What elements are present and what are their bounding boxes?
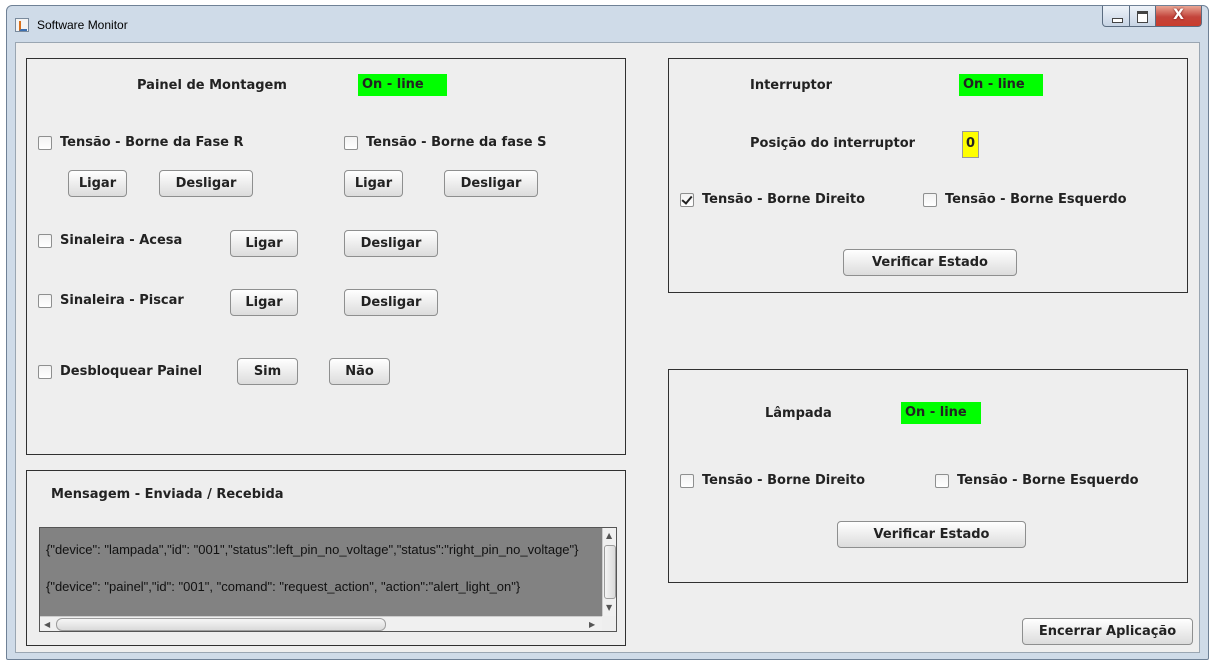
encerrar-aplicacao-button[interactable]: Encerrar Aplicação	[1022, 618, 1193, 645]
vertical-scrollbar[interactable]: ▲ ▼	[602, 528, 616, 616]
fase-r-label: Tensão - Borne da Fase R	[60, 135, 244, 150]
fase-s-checkbox[interactable]: Tensão - Borne da fase S	[344, 135, 546, 150]
interruptor-borne-esquerdo-checkbox-box[interactable]	[923, 192, 937, 207]
scroll-left-arrow-icon[interactable]: ◀	[44, 620, 50, 630]
interruptor-borne-direito-checkbox[interactable]: Tensão - Borne Direito	[680, 192, 865, 207]
lampada-borne-direito-checkbox[interactable]: Tensão - Borne Direito	[680, 473, 865, 488]
message-log[interactable]: {"device": "lampada","id": "001","status…	[39, 527, 617, 632]
minimize-button[interactable]	[1102, 6, 1130, 27]
scroll-corner	[602, 616, 616, 631]
posicao-label: Posição do interruptor	[750, 136, 916, 151]
painel-status-badge: On - line	[358, 74, 447, 96]
fase-r-ligar-button[interactable]: Ligar	[68, 170, 127, 197]
vertical-scroll-thumb[interactable]	[604, 545, 616, 599]
lampada-status-badge: On - line	[901, 402, 981, 424]
fase-r-checkbox[interactable]: Tensão - Borne da Fase R	[38, 135, 244, 150]
java-app-icon	[15, 18, 29, 32]
mensagem-title: Mensagem - Enviada / Recebida	[51, 487, 284, 502]
message-line: {"device": "painel","id": "001", "comand…	[46, 579, 521, 594]
interruptor-borne-esquerdo-checkbox[interactable]: Tensão - Borne Esquerdo	[923, 192, 1127, 207]
interruptor-status-badge: On - line	[959, 74, 1043, 96]
lampada-borne-esquerdo-label: Tensão - Borne Esquerdo	[957, 473, 1139, 488]
interruptor-title: Interruptor	[750, 78, 833, 93]
title-bar[interactable]: Software Monitor X	[7, 6, 1208, 42]
lampada-borne-direito-label: Tensão - Borne Direito	[702, 473, 866, 488]
maximize-button[interactable]	[1130, 6, 1156, 27]
lampada-borne-direito-checkbox-box[interactable]	[680, 473, 694, 488]
scroll-down-arrow-icon[interactable]: ▼	[606, 603, 612, 613]
painel-montagem-panel: Painel de Montagem On - line Tensão - Bo…	[26, 58, 626, 455]
sinaleira-acesa-desligar-button[interactable]: Desligar	[344, 230, 438, 257]
close-button[interactable]: X	[1156, 6, 1202, 27]
posicao-value: 0	[962, 131, 979, 158]
sinaleira-piscar-desligar-button[interactable]: Desligar	[344, 289, 438, 316]
sinaleira-piscar-checkbox-box[interactable]	[38, 293, 52, 308]
close-icon: X	[1173, 7, 1184, 23]
desbloquear-checkbox-box[interactable]	[38, 364, 52, 379]
fase-r-checkbox-box[interactable]	[38, 135, 52, 150]
interruptor-borne-direito-label: Tensão - Borne Direito	[702, 192, 866, 207]
sinaleira-piscar-checkbox[interactable]: Sinaleira - Piscar	[38, 293, 184, 308]
fase-s-label: Tensão - Borne da fase S	[366, 135, 547, 150]
desbloquear-nao-button[interactable]: Não	[329, 358, 390, 385]
desbloquear-label: Desbloquear Painel	[60, 364, 203, 379]
sinaleira-acesa-label: Sinaleira - Acesa	[60, 233, 183, 248]
mensagem-panel: Mensagem - Enviada / Recebida {"device":…	[26, 470, 626, 646]
interruptor-borne-esquerdo-label: Tensão - Borne Esquerdo	[945, 192, 1127, 207]
lampada-title: Lâmpada	[765, 406, 832, 421]
window-controls: X	[1102, 6, 1202, 28]
sinaleira-piscar-ligar-button[interactable]: Ligar	[230, 289, 298, 316]
horizontal-scrollbar[interactable]: ◀ ▶	[40, 616, 602, 631]
app-window: Software Monitor X Painel de Montagem On…	[6, 5, 1209, 660]
desbloquear-sim-button[interactable]: Sim	[237, 358, 298, 385]
fase-s-ligar-button[interactable]: Ligar	[344, 170, 403, 197]
lampada-panel: Lâmpada On - line Tensão - Borne Direito…	[668, 369, 1188, 583]
sinaleira-acesa-ligar-button[interactable]: Ligar	[230, 230, 298, 257]
interruptor-verificar-button[interactable]: Verificar Estado	[843, 249, 1017, 276]
desbloquear-checkbox[interactable]: Desbloquear Painel	[38, 364, 202, 379]
sinaleira-acesa-checkbox[interactable]: Sinaleira - Acesa	[38, 233, 182, 248]
window-title: Software Monitor	[37, 18, 128, 32]
horizontal-scroll-thumb[interactable]	[56, 618, 386, 631]
lampada-borne-esquerdo-checkbox-box[interactable]	[935, 473, 949, 488]
painel-title: Painel de Montagem	[137, 78, 287, 93]
lampada-verificar-button[interactable]: Verificar Estado	[837, 521, 1026, 548]
scroll-right-arrow-icon[interactable]: ▶	[589, 620, 595, 630]
message-line: {"device": "lampada","id": "001","status…	[46, 542, 579, 557]
interruptor-panel: Interruptor On - line Posição do interru…	[668, 58, 1188, 293]
content-area: Painel de Montagem On - line Tensão - Bo…	[15, 42, 1200, 653]
fase-r-desligar-button[interactable]: Desligar	[159, 170, 253, 197]
fase-s-checkbox-box[interactable]	[344, 135, 358, 150]
lampada-borne-esquerdo-checkbox[interactable]: Tensão - Borne Esquerdo	[935, 473, 1139, 488]
sinaleira-acesa-checkbox-box[interactable]	[38, 233, 52, 248]
fase-s-desligar-button[interactable]: Desligar	[444, 170, 538, 197]
interruptor-borne-direito-checkbox-box[interactable]	[680, 192, 694, 207]
scroll-up-arrow-icon[interactable]: ▲	[606, 531, 612, 541]
sinaleira-piscar-label: Sinaleira - Piscar	[60, 293, 184, 308]
